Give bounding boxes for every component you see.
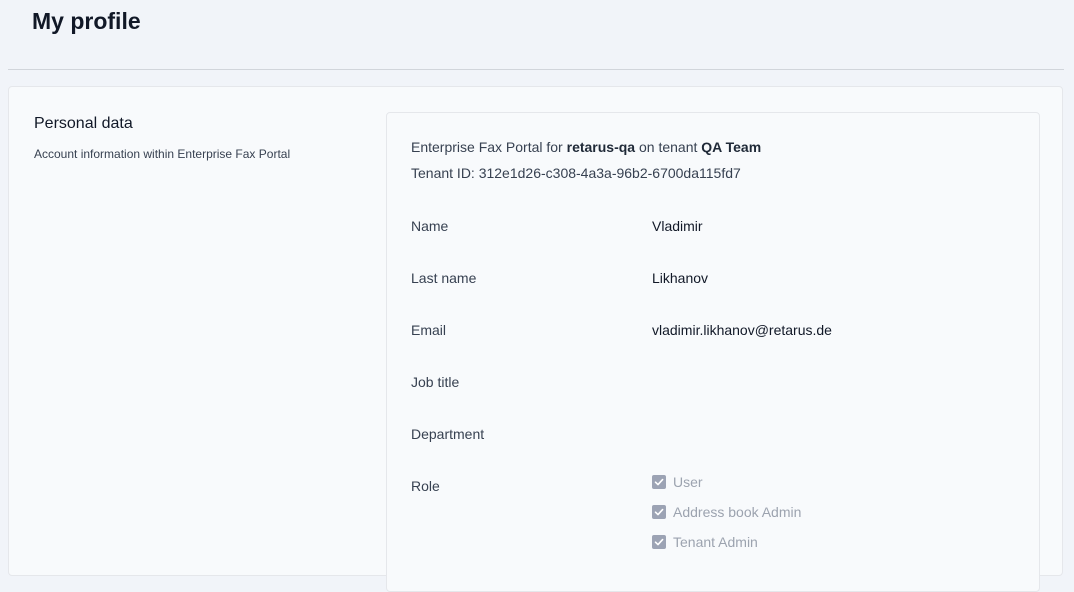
section-description: Account information within Enterprise Fa… (34, 147, 291, 161)
checkbox-checked-icon (652, 505, 666, 519)
header-divider (8, 69, 1064, 70)
page-title: My profile (32, 8, 141, 34)
personal-data-section: Personal data Account information within… (8, 86, 1063, 592)
role-label-user: User (673, 474, 703, 490)
portal-intro-line: Enterprise Fax Portal for retarus-qa on … (411, 138, 761, 156)
checkbox-checked-icon (652, 535, 666, 549)
name-value: Vladimir (652, 218, 703, 234)
name-label: Name (411, 218, 449, 234)
tenant-id-line: Tenant ID: 312e1d26-c308-4a3a-96b2-6700d… (411, 164, 741, 182)
section-title: Personal data (34, 115, 133, 132)
profile-details-card: Enterprise Fax Portal for retarus-qa on … (386, 112, 1040, 592)
page-header: My profile (0, 0, 1074, 70)
tenant-name: QA Team (701, 139, 762, 155)
role-label: Role (411, 478, 440, 494)
last-name-value: Likhanov (652, 270, 709, 286)
intro-prefix: Enterprise Fax Portal for (411, 139, 567, 155)
tenant-id-value: 312e1d26-c308-4a3a-96b2-6700da115fd7 (478, 165, 741, 181)
account-name: retarus-qa (566, 139, 636, 155)
department-label: Department (411, 426, 485, 442)
job-title-label: Job title (411, 374, 460, 390)
email-label: Email (411, 322, 447, 338)
checkbox-checked-icon (652, 475, 666, 489)
email-value: vladimir.likhanov@retarus.de (652, 322, 832, 338)
role-item-user: User (652, 473, 703, 491)
role-item-tenant-admin: Tenant Admin (652, 533, 758, 551)
tenant-id-label: Tenant ID: (411, 165, 479, 181)
role-label-tenant-admin: Tenant Admin (673, 534, 758, 550)
intro-middle: on tenant (635, 139, 702, 155)
last-name-label: Last name (411, 270, 477, 286)
role-item-address-book-admin: Address book Admin (652, 503, 801, 521)
role-label-address-book-admin: Address book Admin (673, 504, 802, 520)
